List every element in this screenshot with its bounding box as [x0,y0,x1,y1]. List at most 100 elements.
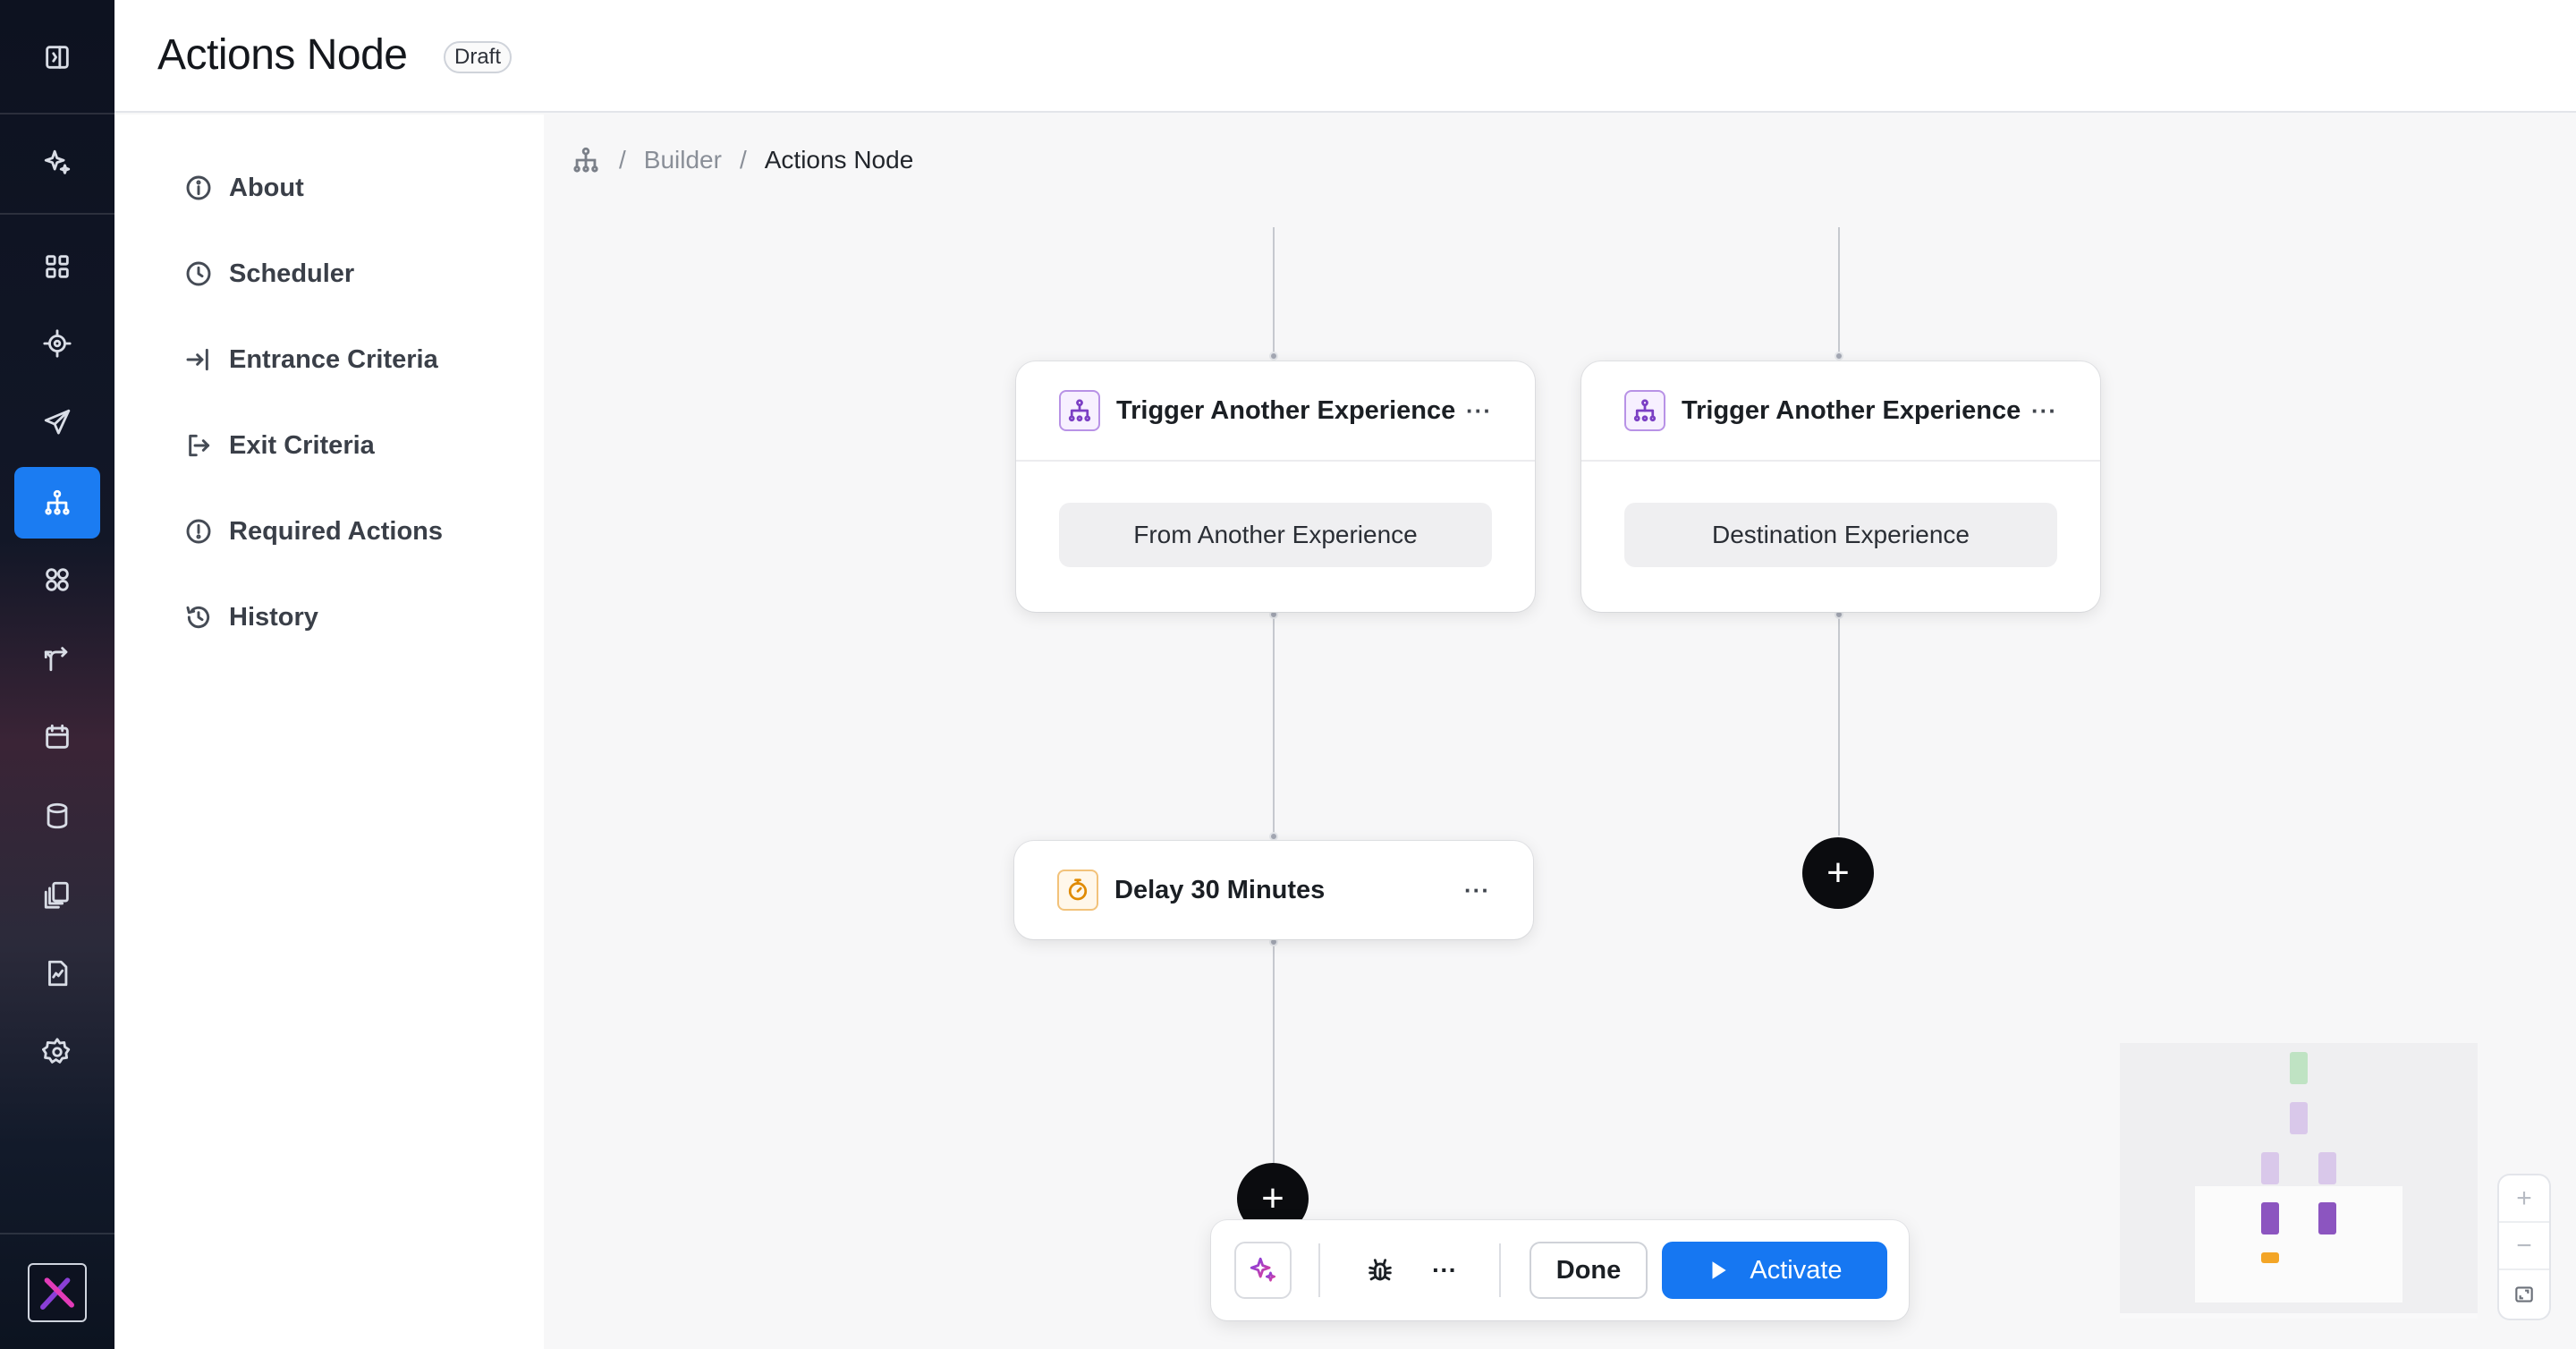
page-title: Actions Node [157,31,408,79]
minimap-node [2261,1202,2279,1234]
bug-icon [1368,1259,1392,1281]
trigger-experience-icon [1624,390,1665,431]
bottom-toolbar: ··· Done Activate [1211,1220,1909,1320]
dashboard-grid-icon[interactable] [14,231,100,302]
subnav-item-label: Exit Criteria [229,430,375,460]
left-rail [0,0,114,1349]
node-title: Delay 30 Minutes [1114,875,1326,904]
page-header: Actions Node Draft [114,0,2576,113]
done-button[interactable]: Done [1530,1242,1648,1299]
node-title: Trigger Another Experience [1682,395,2021,425]
journey-tree-icon[interactable] [14,467,100,539]
edge-line [1838,614,1840,836]
minimap[interactable] [2120,1043,2478,1319]
app-logo[interactable] [28,1263,87,1322]
edge-line [1273,227,1275,356]
minimap-viewport[interactable] [2195,1186,2402,1302]
minimap-node [2318,1202,2336,1234]
library-icon[interactable] [14,859,100,930]
journey-tree-icon[interactable] [571,145,601,175]
toolbar-divider [1499,1243,1501,1297]
secondary-nav: About Scheduler Entrance Criteria Exit C… [114,115,544,1349]
node-port[interactable] [1835,352,1843,361]
subnav-item-required-actions[interactable]: Required Actions [184,510,443,553]
routing-icon[interactable] [14,623,100,694]
node-experience-pill[interactable]: From Another Experience [1059,503,1492,567]
breadcrumb-separator: / [619,146,626,174]
minimap-node [2290,1102,2308,1134]
settings-icon[interactable] [14,1016,100,1088]
minimap-node [2290,1052,2308,1084]
subnav-item-history[interactable]: History [184,596,318,639]
subnav-item-about[interactable]: About [184,166,304,209]
zoom-out-button[interactable]: − [2499,1223,2549,1270]
target-icon[interactable] [14,308,100,379]
edge-line [1273,941,1275,1165]
node-header: Trigger Another Experience ··· [1581,361,2100,462]
activate-label: Activate [1750,1255,1843,1285]
node-body: Destination Experience [1581,462,2100,612]
calendar-icon[interactable] [14,701,100,773]
edge-line [1273,614,1275,837]
node-header: Delay 30 Minutes ··· [1014,841,1533,939]
sparkles-icon[interactable] [14,127,100,199]
minimap-node [2261,1152,2279,1184]
subnav-item-label: Scheduler [229,259,355,288]
zoom-in-button[interactable]: + [2499,1175,2549,1223]
debug-button[interactable] [1358,1247,1402,1294]
fit-view-icon [2515,1285,2533,1302]
status-badge: Draft [444,41,513,73]
delay-node[interactable]: Delay 30 Minutes ··· [1014,841,1533,939]
trigger-experience-icon [1059,390,1100,431]
sidebar-toggle-icon[interactable] [14,21,100,93]
breadcrumb: / Builder / Actions Node [571,145,913,175]
ai-assistant-button[interactable] [1234,1242,1292,1299]
timer-icon [1057,870,1098,911]
node-more-button[interactable]: ··· [2031,397,2057,425]
node-port[interactable] [1269,352,1278,361]
node-title: Trigger Another Experience [1116,395,1456,425]
clock-icon [186,261,211,286]
report-icon[interactable] [14,938,100,1009]
minimap-node [2318,1152,2336,1184]
fit-view-button[interactable] [2499,1270,2549,1318]
breadcrumb-separator: / [739,146,747,174]
add-node-button[interactable]: + [1802,837,1874,909]
subnav-item-label: About [229,173,304,202]
subnav-item-label: History [229,602,318,632]
subnav-item-label: Entrance Criteria [229,344,438,374]
info-icon [186,175,211,200]
breadcrumb-item-builder[interactable]: Builder [644,146,722,174]
sparkles-icon [1250,1257,1276,1282]
rail-divider [0,1233,114,1234]
node-more-button[interactable]: ··· [1464,877,1490,904]
alert-icon [186,519,211,544]
node-more-button[interactable]: ··· [1466,397,1492,425]
node-header: Trigger Another Experience ··· [1016,361,1535,462]
enter-icon [186,348,208,371]
zoom-controls: + − [2499,1175,2549,1319]
breadcrumb-item-current: Actions Node [764,146,914,174]
trigger-experience-node[interactable]: Trigger Another Experience ··· From Anot… [1016,361,1535,612]
node-body: From Another Experience [1016,462,1535,612]
rail-divider [0,113,114,115]
activate-button[interactable]: Activate [1662,1242,1887,1299]
play-icon [1712,1261,1727,1279]
minimap-node [2261,1252,2279,1263]
node-port[interactable] [1269,832,1278,841]
exit-icon [189,434,210,457]
database-icon[interactable] [14,780,100,852]
send-icon[interactable] [14,386,100,458]
toolbar-divider [1318,1243,1320,1297]
edge-line [1838,227,1840,356]
trigger-experience-node[interactable]: Trigger Another Experience ··· Destinati… [1581,361,2100,612]
segments-icon[interactable] [14,544,100,615]
subnav-item-label: Required Actions [229,516,444,546]
subnav-item-exit-criteria[interactable]: Exit Criteria [184,424,375,467]
node-experience-pill[interactable]: Destination Experience [1624,503,2057,567]
rail-divider [0,213,114,215]
subnav-item-entrance-criteria[interactable]: Entrance Criteria [184,338,438,381]
subnav-item-scheduler[interactable]: Scheduler [184,252,354,295]
toolbar-more-button[interactable]: ··· [1422,1247,1467,1294]
history-icon [186,606,210,629]
